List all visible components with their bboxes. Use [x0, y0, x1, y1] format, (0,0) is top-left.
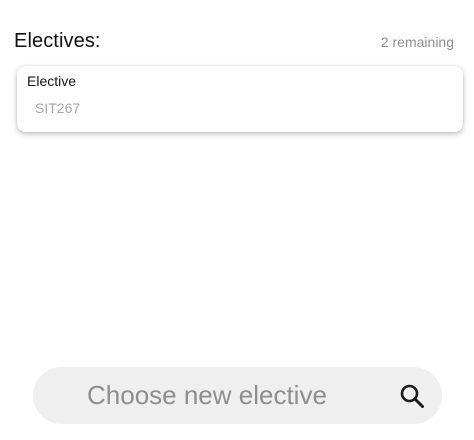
electives-screen: Electives: 2 remaining Elective SIT267	[0, 0, 474, 440]
elective-search-bar[interactable]	[33, 367, 442, 424]
elective-search-input[interactable]	[85, 379, 398, 412]
page-title: Electives:	[14, 30, 101, 52]
elective-card[interactable]: Elective SIT267	[17, 66, 463, 132]
elective-card-value: SIT267	[35, 100, 81, 116]
electives-header: Electives: 2 remaining	[14, 30, 454, 56]
search-icon-glyph	[400, 384, 424, 408]
elective-card-label: Elective	[27, 73, 77, 89]
search-icon[interactable]	[398, 382, 426, 410]
remaining-count: 2 remaining	[380, 34, 454, 50]
